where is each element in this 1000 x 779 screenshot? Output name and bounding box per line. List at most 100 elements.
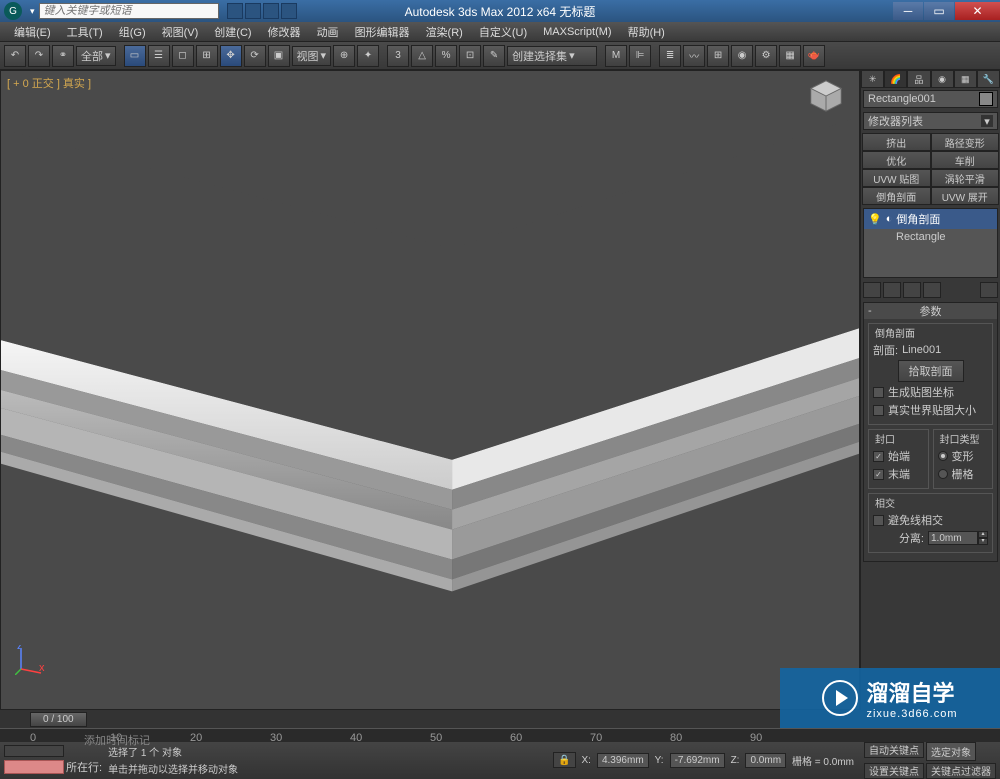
menu-create[interactable]: 创建(C)	[206, 22, 259, 42]
pivot-button[interactable]: ⊕	[333, 45, 355, 67]
close-button[interactable]: ✕	[955, 2, 1000, 20]
edit-selection-button[interactable]: ✎	[483, 45, 505, 67]
show-result-button[interactable]	[883, 282, 901, 298]
mod-extrude-button[interactable]: 挤出	[862, 133, 931, 151]
mod-pathdeform-button[interactable]: 路径变形	[931, 133, 1000, 151]
modifier-stack[interactable]: 💡 ◐ 倒角剖面 Rectangle	[863, 208, 998, 278]
render-frame-button[interactable]: ▦	[779, 45, 801, 67]
menu-group[interactable]: 组(G)	[111, 22, 154, 42]
stack-item-rectangle[interactable]: Rectangle	[864, 229, 997, 245]
select-button[interactable]: ▭	[124, 45, 146, 67]
menu-view[interactable]: 视图(V)	[154, 22, 207, 42]
mod-uvwmap-button[interactable]: UVW 贴图	[862, 169, 931, 187]
selection-filter-dropdown[interactable]: 全部 ▾	[76, 46, 116, 66]
setkey-button[interactable]: 设置关键点	[864, 763, 924, 779]
angle-snap-button[interactable]: △	[411, 45, 433, 67]
menu-render[interactable]: 渲染(R)	[418, 22, 471, 42]
menu-edit[interactable]: 编辑(E)	[6, 22, 59, 42]
menu-animation[interactable]: 动画	[309, 22, 347, 42]
menu-custom[interactable]: 自定义(U)	[471, 22, 535, 42]
menu-maxscript[interactable]: MAXScript(M)	[535, 24, 619, 40]
utilities-tab[interactable]: 🔧	[977, 70, 1000, 88]
spinner-snap-button[interactable]: ⊡	[459, 45, 481, 67]
help-icon[interactable]	[227, 3, 243, 19]
refcoord-dropdown[interactable]: 视图 ▾	[292, 46, 332, 66]
layer-button[interactable]: ≣	[659, 45, 681, 67]
remove-modifier-button[interactable]	[923, 282, 941, 298]
toolbar-chevron-icon[interactable]: ▾	[30, 6, 35, 17]
lock-icon[interactable]: 🔒	[553, 752, 575, 768]
app-logo-icon[interactable]: G	[4, 2, 22, 20]
configure-sets-button[interactable]	[980, 282, 998, 298]
sep-spin-down[interactable]: ▾	[978, 538, 988, 545]
object-name-field[interactable]: Rectangle001	[863, 90, 998, 108]
motion-tab[interactable]: ◉	[931, 70, 954, 88]
coord-y-field[interactable]: -7.692mm	[670, 753, 725, 768]
lightbulb-icon[interactable]: 💡	[868, 213, 882, 226]
gen-mapping-checkbox[interactable]	[873, 387, 884, 398]
mirror-button[interactable]: M	[605, 45, 627, 67]
curve-editor-button[interactable]: 〰	[683, 45, 705, 67]
coord-z-field[interactable]: 0.0mm	[745, 753, 786, 768]
mod-uvwunwrap-button[interactable]: UVW 展开	[931, 187, 1000, 205]
star-icon[interactable]	[263, 3, 279, 19]
cap-start-checkbox[interactable]: ✓	[873, 451, 884, 462]
display-tab[interactable]: ▦	[954, 70, 977, 88]
rotate-button[interactable]: ⟳	[244, 45, 266, 67]
render-button[interactable]: 🫖	[803, 45, 825, 67]
stack-item-bevelprofile[interactable]: 💡 ◐ 倒角剖面	[864, 209, 997, 229]
mod-turbosmooth-button[interactable]: 涡轮平滑	[931, 169, 1000, 187]
hierarchy-tab[interactable]: 品	[907, 70, 930, 88]
captype-morph-radio[interactable]	[938, 451, 948, 461]
keyfilter-button[interactable]: 关键点过滤器	[926, 763, 996, 779]
mod-lathe-button[interactable]: 车削	[931, 151, 1000, 169]
move-button[interactable]: ✥	[220, 45, 242, 67]
redo-button[interactable]: ↷	[28, 45, 50, 67]
snap-toggle-button[interactable]: 3	[387, 45, 409, 67]
select-manipulate-button[interactable]: ✦	[357, 45, 379, 67]
add-time-tag[interactable]: 添加时间标记	[84, 732, 150, 748]
mod-bevelprofile-button[interactable]: 倒角剖面	[862, 187, 931, 205]
web-icon[interactable]	[281, 3, 297, 19]
real-world-checkbox[interactable]	[873, 405, 884, 416]
time-slider-handle[interactable]: 0 / 100	[30, 712, 87, 727]
mod-optimize-button[interactable]: 优化	[862, 151, 931, 169]
create-tab[interactable]: ✳	[861, 70, 884, 88]
expand-icon[interactable]: ◐	[886, 213, 893, 225]
pin-stack-button[interactable]	[863, 282, 881, 298]
make-unique-button[interactable]	[903, 282, 921, 298]
timeline-ruler[interactable]: 01020 304050 607080 90	[0, 728, 1000, 742]
modify-tab[interactable]: 🌈	[884, 70, 907, 88]
maximize-button[interactable]: ▭	[924, 2, 954, 20]
menu-graph[interactable]: 图形编辑器	[347, 22, 418, 42]
menu-help[interactable]: 帮助(H)	[620, 22, 673, 42]
named-selection-dropdown[interactable]: 创建选择集 ▾	[507, 46, 597, 66]
cap-end-checkbox[interactable]: ✓	[873, 469, 884, 480]
params-rollout-header[interactable]: -参数	[864, 303, 997, 319]
object-color-swatch[interactable]	[979, 92, 993, 106]
menu-tools[interactable]: 工具(T)	[59, 22, 111, 42]
menu-modifier[interactable]: 修改器	[260, 22, 309, 42]
scale-button[interactable]: ▣	[268, 45, 290, 67]
link-button[interactable]: ⚭	[52, 45, 74, 67]
select-rect-button[interactable]: ◻	[172, 45, 194, 67]
prompt-area[interactable]	[4, 760, 64, 774]
separation-input[interactable]	[928, 531, 978, 545]
search-input[interactable]	[39, 3, 219, 19]
render-setup-button[interactable]: ⚙	[755, 45, 777, 67]
viewport[interactable]: [ + 0 正交 ] 真实 ]	[0, 70, 860, 710]
modifier-list-dropdown[interactable]: 修改器列表▾	[863, 112, 998, 130]
minimize-button[interactable]: ─	[893, 2, 923, 20]
coord-x-field[interactable]: 4.396mm	[597, 753, 649, 768]
pick-profile-button[interactable]: 拾取剖面	[898, 360, 964, 382]
avoid-intersect-checkbox[interactable]	[873, 515, 884, 526]
undo-button[interactable]: ↶	[4, 45, 26, 67]
select-window-button[interactable]: ⊞	[196, 45, 218, 67]
sep-spin-up[interactable]: ▴	[978, 531, 988, 538]
align-button[interactable]: ⊫	[629, 45, 651, 67]
material-editor-button[interactable]: ◉	[731, 45, 753, 67]
captype-grid-radio[interactable]	[938, 469, 948, 479]
info-icon[interactable]	[245, 3, 261, 19]
schematic-button[interactable]: ⊞	[707, 45, 729, 67]
percent-snap-button[interactable]: %	[435, 45, 457, 67]
